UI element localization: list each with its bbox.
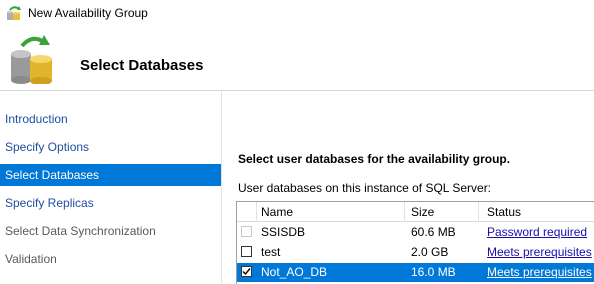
database-size: 16.0 MB (411, 265, 456, 279)
main-content: Select user databases for the availabili… (222, 91, 594, 284)
table-row[interactable]: SSISDB 60.6 MB Password required (237, 223, 594, 242)
status-link[interactable]: Password required (487, 223, 587, 242)
row-checkbox[interactable] (241, 266, 252, 277)
database-name: SSISDB (261, 225, 306, 239)
title-bar: New Availability Group (0, 0, 594, 28)
header-checkbox-column (237, 202, 257, 222)
column-header-size[interactable]: Size (405, 202, 479, 222)
instruction-text: Select user databases for the availabili… (238, 152, 511, 166)
databases-subtitle: User databases on this instance of SQL S… (238, 181, 492, 195)
wizard-sidebar: Introduction Specify Options Select Data… (0, 91, 221, 283)
database-size: 2.0 GB (411, 245, 449, 259)
sidebar-item-select-data-synchronization: Select Data Synchronization (5, 224, 156, 238)
row-checkbox (241, 226, 252, 237)
sidebar-item-select-databases[interactable]: Select Databases (0, 164, 221, 186)
table-row[interactable]: test 2.0 GB Meets prerequisites (237, 243, 594, 262)
databases-table[interactable]: Name Size Status SSISDB 60.6 MB Password… (236, 201, 594, 284)
wizard-header: Select Databases (0, 28, 594, 90)
sidebar-item-validation: Validation (5, 252, 57, 266)
window-title: New Availability Group (28, 6, 148, 20)
database-sync-icon (7, 6, 21, 20)
table-header: Name Size Status (237, 202, 594, 222)
checkmark-icon (242, 268, 251, 276)
database-name: test (261, 245, 281, 259)
database-sync-icon (11, 35, 52, 84)
sidebar-item-specify-options[interactable]: Specify Options (0, 136, 221, 158)
status-link[interactable]: Meets prerequisites (487, 263, 592, 282)
database-size: 60.6 MB (411, 225, 456, 239)
row-checkbox[interactable] (241, 246, 252, 257)
database-name: Not_AO_DB (261, 265, 328, 279)
table-row[interactable]: Not_AO_DB 16.0 MB Meets prerequisites (237, 263, 594, 282)
status-link[interactable]: Meets prerequisites (487, 243, 592, 262)
sidebar-item-introduction[interactable]: Introduction (0, 108, 221, 130)
column-header-name[interactable]: Name (257, 202, 405, 222)
column-header-status[interactable]: Status (479, 202, 594, 222)
sidebar-item-specify-replicas[interactable]: Specify Replicas (0, 192, 221, 214)
page-title: Select Databases (80, 57, 204, 74)
